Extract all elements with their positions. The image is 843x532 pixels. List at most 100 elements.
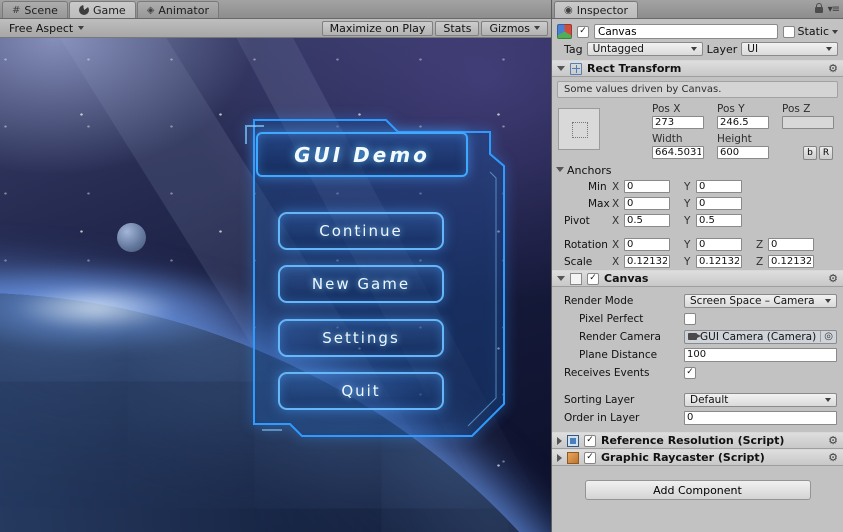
layer-dropdown[interactable]: UI	[741, 42, 838, 56]
gear-icon[interactable]: ⚙	[828, 62, 838, 75]
chevron-down-icon	[534, 26, 540, 30]
scale-z-field[interactable]	[768, 255, 814, 268]
render-camera-object-field[interactable]: GUI Camera (Camera) ◎	[684, 329, 837, 344]
pos-x-label: Pos X	[652, 103, 681, 115]
pivot-x-field[interactable]	[624, 214, 670, 227]
sorting-layer-row: Sorting Layer Default	[552, 391, 843, 409]
pos-x-field[interactable]	[652, 116, 704, 129]
foldout-icon[interactable]	[557, 276, 565, 281]
gameobject-enabled-checkbox[interactable]: ✓	[577, 25, 589, 38]
canvas-component-header[interactable]: ✓ Canvas ⚙	[552, 270, 843, 287]
scale-y-field[interactable]	[696, 255, 742, 268]
rect-transform-header[interactable]: Rect Transform ⚙	[552, 60, 843, 77]
tag-label: Tag	[564, 42, 583, 56]
rotation-x-field[interactable]	[624, 238, 670, 251]
pivot-label: Pivot	[564, 215, 590, 227]
height-label: Height	[717, 133, 752, 145]
render-camera-value: GUI Camera (Camera)	[700, 330, 817, 343]
settings-button[interactable]: Settings	[278, 319, 444, 357]
sorting-layer-value: Default	[690, 393, 729, 406]
canvas-icon	[570, 272, 582, 285]
reference-resolution-enabled-checkbox[interactable]: ✓	[584, 434, 596, 447]
anchors-max-row: Max X Y	[552, 195, 843, 212]
pivot-y-field[interactable]	[696, 214, 742, 227]
graphic-raycaster-icon	[567, 451, 579, 464]
aspect-dropdown[interactable]: Free Aspect	[3, 21, 90, 36]
height-field[interactable]	[717, 146, 769, 159]
game-icon	[78, 5, 89, 15]
raw-edit-mode-button[interactable]: R	[819, 146, 833, 160]
sorting-layer-dropdown[interactable]: Default	[684, 392, 837, 407]
static-checkbox[interactable]	[782, 25, 795, 38]
tab-inspector[interactable]: ◉ Inspector	[554, 1, 639, 18]
axis-x-label: X	[612, 215, 620, 227]
reference-resolution-header[interactable]: ✓ Reference Resolution (Script) ⚙	[552, 432, 843, 449]
rotation-z-field[interactable]	[768, 238, 814, 251]
tab-scene[interactable]: # Scene	[2, 1, 68, 18]
chevron-down-icon	[78, 26, 85, 30]
inspector-panel: ◉ Inspector ▾≡ ✓ Static	[552, 0, 843, 532]
tab-animator[interactable]: ◈ Animator	[136, 1, 219, 18]
blueprint-mode-button[interactable]: b	[803, 146, 817, 160]
max-y-field[interactable]	[696, 197, 742, 210]
scale-x-field[interactable]	[624, 255, 670, 268]
maximize-on-play-button[interactable]: Maximize on Play	[321, 20, 434, 36]
lock-icon[interactable]	[814, 2, 823, 13]
axis-z-label: Z	[756, 239, 764, 251]
maximize-on-play-label: Maximize on Play	[329, 21, 426, 35]
min-y-field[interactable]	[696, 180, 742, 193]
anchors-foldout[interactable]: Anchors	[552, 163, 843, 178]
foldout-icon[interactable]	[557, 66, 565, 71]
inspector-tabbar: ◉ Inspector ▾≡	[552, 0, 843, 19]
width-field[interactable]	[652, 146, 704, 159]
gear-icon[interactable]: ⚙	[828, 451, 838, 464]
gizmos-button[interactable]: Gizmos	[481, 20, 548, 36]
pos-y-field[interactable]	[717, 116, 769, 129]
menu-title: GUI Demo	[256, 132, 468, 177]
layer-label: Layer	[706, 42, 738, 56]
check-icon: ✓	[589, 273, 597, 283]
animator-icon: ◈	[146, 4, 155, 16]
render-camera-row: Render Camera GUI Camera (Camera) ◎	[552, 328, 843, 346]
max-x-field[interactable]	[624, 197, 670, 210]
new-game-button[interactable]: New Game	[278, 265, 444, 303]
canvas-title: Canvas	[604, 272, 649, 285]
render-mode-dropdown[interactable]: Screen Space – Camera	[684, 293, 837, 308]
add-component-button[interactable]: Add Component	[584, 480, 811, 500]
min-x-field[interactable]	[624, 180, 670, 193]
chevron-down-icon[interactable]	[832, 29, 838, 34]
scale-label: Scale	[564, 256, 593, 268]
order-in-layer-field[interactable]	[684, 410, 837, 425]
graphic-raycaster-enabled-checkbox[interactable]: ✓	[584, 451, 596, 464]
gameobject-name-field[interactable]	[594, 24, 778, 39]
gear-icon[interactable]: ⚙	[828, 434, 838, 447]
gameobject-icon[interactable]	[557, 24, 572, 39]
axis-x-label: X	[612, 256, 620, 268]
foldout-icon[interactable]	[557, 453, 562, 462]
context-menu-icon[interactable]: ▾≡	[828, 4, 840, 15]
graphic-raycaster-header[interactable]: ✓ Graphic Raycaster (Script) ⚙	[552, 449, 843, 466]
pivot-row: Pivot X Y	[552, 212, 843, 229]
stats-button[interactable]: Stats	[435, 20, 480, 36]
foldout-icon[interactable]	[557, 436, 562, 445]
quit-button[interactable]: Quit	[278, 372, 444, 410]
pos-z-field[interactable]	[782, 116, 834, 129]
object-picker-icon[interactable]: ◎	[820, 331, 833, 342]
receives-events-checkbox[interactable]: ✓	[684, 366, 696, 379]
pixel-perfect-checkbox[interactable]	[684, 312, 696, 325]
static-toggle[interactable]: Static	[782, 25, 838, 38]
continue-button[interactable]: Continue	[278, 212, 444, 250]
left-tabbar: # Scene Game ◈ Animator	[0, 0, 551, 19]
gear-icon[interactable]: ⚙	[828, 272, 838, 285]
static-label: Static	[797, 25, 829, 38]
canvas-enabled-checkbox[interactable]: ✓	[587, 272, 599, 285]
render-mode-row: Render Mode Screen Space – Camera	[552, 292, 843, 310]
tab-game[interactable]: Game	[68, 1, 136, 18]
anchor-preset-button[interactable]	[558, 108, 600, 150]
driven-values-helpbox: Some values driven by Canvas.	[557, 81, 838, 98]
tag-dropdown[interactable]: Untagged	[586, 42, 703, 56]
inspector-body: ✓ Static Tag Untagged Layer	[552, 19, 843, 532]
plane-distance-field[interactable]	[684, 347, 837, 362]
rotation-y-field[interactable]	[696, 238, 742, 251]
anchors-label: Anchors	[567, 164, 612, 177]
